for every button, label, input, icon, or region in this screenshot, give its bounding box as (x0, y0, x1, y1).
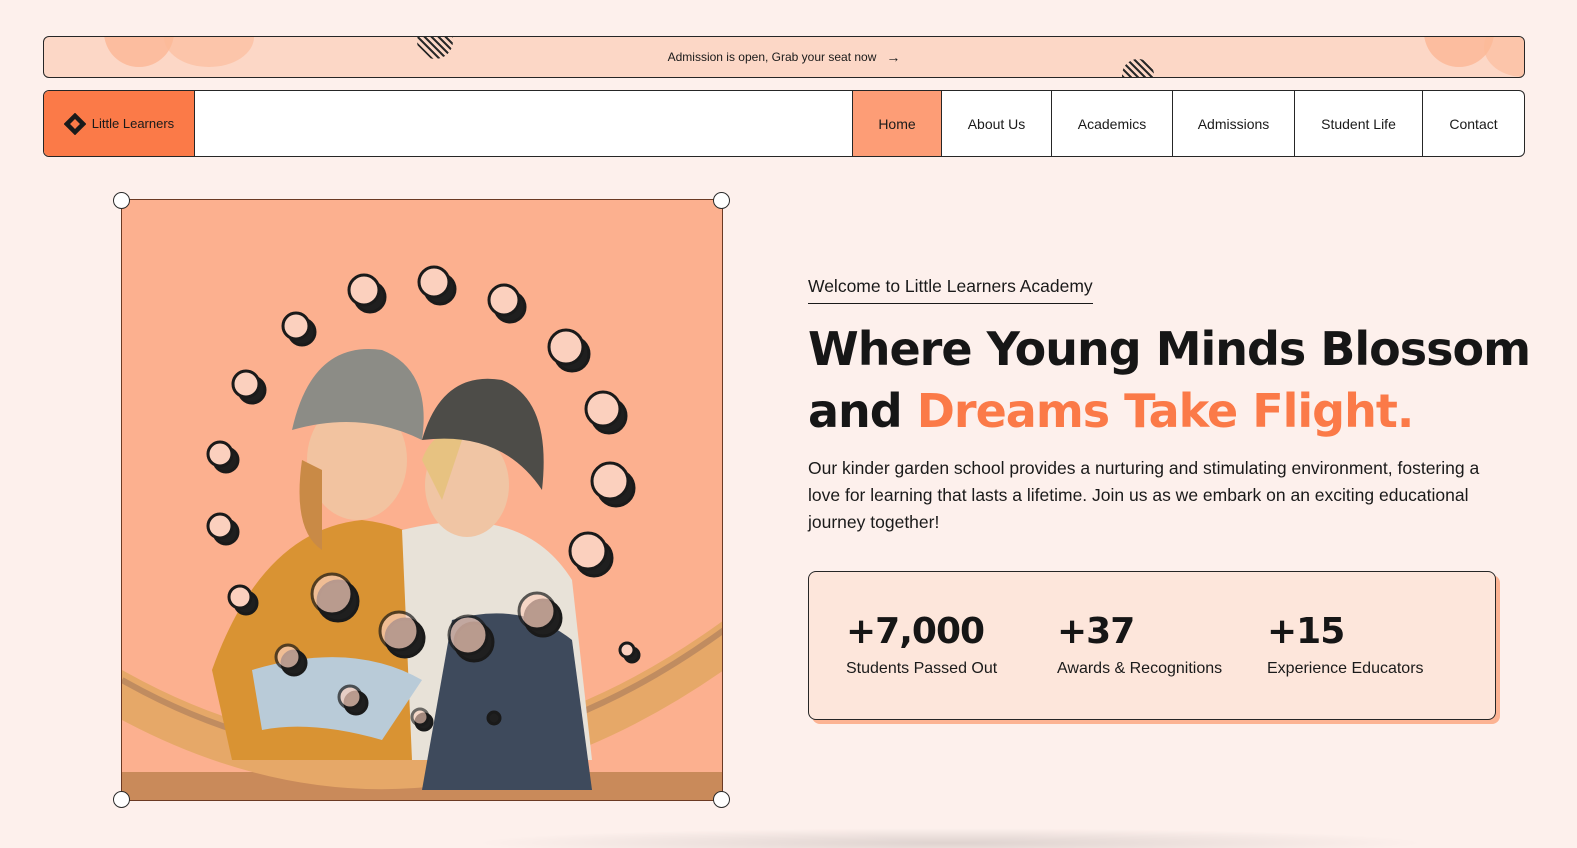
main-navbar: Little Learners Home About Us Academics … (43, 90, 1525, 157)
banner-decor-blob (1484, 37, 1524, 77)
stats-card: +7,000 Students Passed Out +37 Awards & … (808, 571, 1496, 720)
nav-item-contact[interactable]: Contact (1422, 91, 1524, 156)
nav-item-admissions[interactable]: Admissions (1172, 91, 1294, 156)
striped-circle-decor (417, 37, 453, 59)
stat-value: +7,000 (846, 611, 985, 652)
banner-message[interactable]: Admission is open, Grab your seat now → (668, 50, 901, 64)
stat-label: Experience Educators (1267, 660, 1424, 677)
arrow-right-icon: → (886, 49, 901, 65)
nav-item-academics[interactable]: Academics (1051, 91, 1172, 156)
resize-handle-top-left[interactable] (113, 192, 130, 209)
stat-label: Students Passed Out (846, 660, 998, 677)
resize-handle-top-right[interactable] (713, 192, 730, 209)
announcement-banner[interactable]: Admission is open, Grab your seat now → (43, 36, 1525, 78)
hero-eyebrow: Welcome to Little Learners Academy (808, 276, 1093, 304)
hero-illustration (122, 265, 722, 800)
headline-accent: Dreams Take Flight. (916, 384, 1415, 438)
diamond-logo-icon (63, 112, 86, 135)
resize-handle-bottom-left[interactable] (113, 791, 130, 808)
banner-text: Admission is open, Grab your seat now (667, 50, 877, 64)
hero-image[interactable] (121, 199, 723, 801)
striped-circle-decor (1122, 59, 1154, 77)
logo-text: Little Learners (91, 116, 175, 131)
hero-headline: Where Young Minds Blossom and Dreams Tak… (808, 318, 1548, 442)
stat-students: +7,000 Students Passed Out (846, 610, 1057, 719)
stat-value: +15 (1267, 611, 1345, 652)
nav-item-home[interactable]: Home (852, 91, 941, 156)
child-left-hair (299, 460, 322, 550)
banner-decor-blob (164, 37, 254, 67)
nav-item-student-life[interactable]: Student Life (1294, 91, 1422, 156)
nav-item-about-us[interactable]: About Us (941, 91, 1051, 156)
logo[interactable]: Little Learners (44, 91, 195, 156)
stat-educators: +15 Experience Educators (1267, 610, 1467, 719)
headline-and: and (808, 384, 903, 438)
resize-handle-bottom-right[interactable] (713, 791, 730, 808)
stat-value: +37 (1057, 611, 1135, 652)
section-divider-shadow (470, 828, 1430, 848)
stat-label: Awards & Recognitions (1057, 660, 1223, 677)
hero-description: Our kinder garden school provides a nurt… (808, 458, 1480, 532)
headline-line-1: Where Young Minds Blossom (808, 322, 1531, 376)
stat-awards: +37 Awards & Recognitions (1057, 610, 1267, 719)
